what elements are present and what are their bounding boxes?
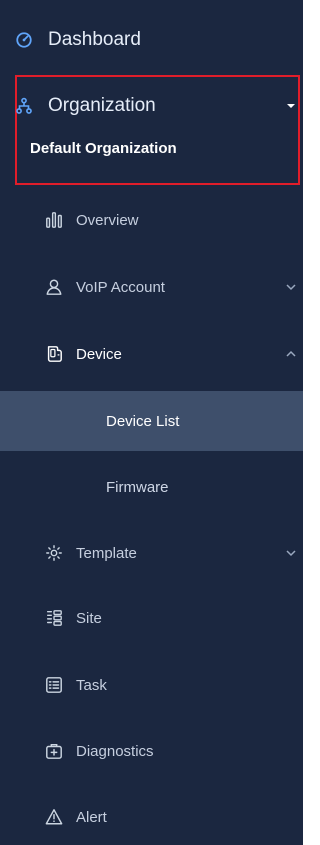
overview-bars-icon [44,210,64,230]
organization-hierarchy-icon [14,96,34,116]
sidebar-item-diagnostics[interactable]: Diagnostics [0,726,303,776]
task-list-icon [44,675,64,695]
sidebar-item-label: Site [76,609,102,627]
sidebar-item-label: Device List [106,412,180,430]
sidebar-item-overview[interactable]: Overview [0,195,303,245]
sidebar-item-alert[interactable]: Alert [0,792,303,842]
sidebar-item-task[interactable]: Task [0,660,303,710]
sidebar-item-organization[interactable]: Organization [0,84,303,128]
sidebar-item-label: Alert [76,808,107,826]
sidebar-item-label: Overview [76,211,139,229]
sidebar-item-label: VoIP Account [76,278,165,296]
sidebar-item-label: Dashboard [48,29,141,50]
diagnostics-kit-icon [44,741,64,761]
organization-current-name: Default Organization [30,140,177,157]
site-icon [44,608,64,628]
sidebar-item-site[interactable]: Site [0,593,303,643]
sidebar-item-firmware[interactable]: Firmware [0,465,303,510]
sidebar-item-label: Organization [48,95,156,116]
sidebar-item-label: Task [76,676,107,694]
sidebar-item-label: Device [76,345,122,363]
chevron-down-icon[interactable] [285,547,297,559]
alert-triangle-icon [44,807,64,827]
sidebar-item-voip-account[interactable]: VoIP Account [0,262,303,312]
chevron-up-icon[interactable] [285,348,297,360]
sidebar-item-device-list[interactable]: Device List [0,391,303,451]
template-gear-icon [44,543,64,563]
device-icon [44,344,64,364]
sidebar-item-device[interactable]: Device [0,329,303,379]
sidebar-item-label: Firmware [106,479,169,496]
chevron-down-icon[interactable] [285,281,297,293]
user-account-icon [44,277,64,297]
sidebar-item-label: Template [76,544,137,562]
sidebar-item-label: Diagnostics [76,742,154,760]
dashboard-gauge-icon [14,30,34,50]
sidebar-item-dashboard[interactable]: Dashboard [0,20,303,60]
sidebar-item-template[interactable]: Template [0,528,303,578]
caret-down-icon[interactable] [285,100,297,112]
navigation-sidebar: Dashboard Organization Default Organizat… [0,0,303,845]
